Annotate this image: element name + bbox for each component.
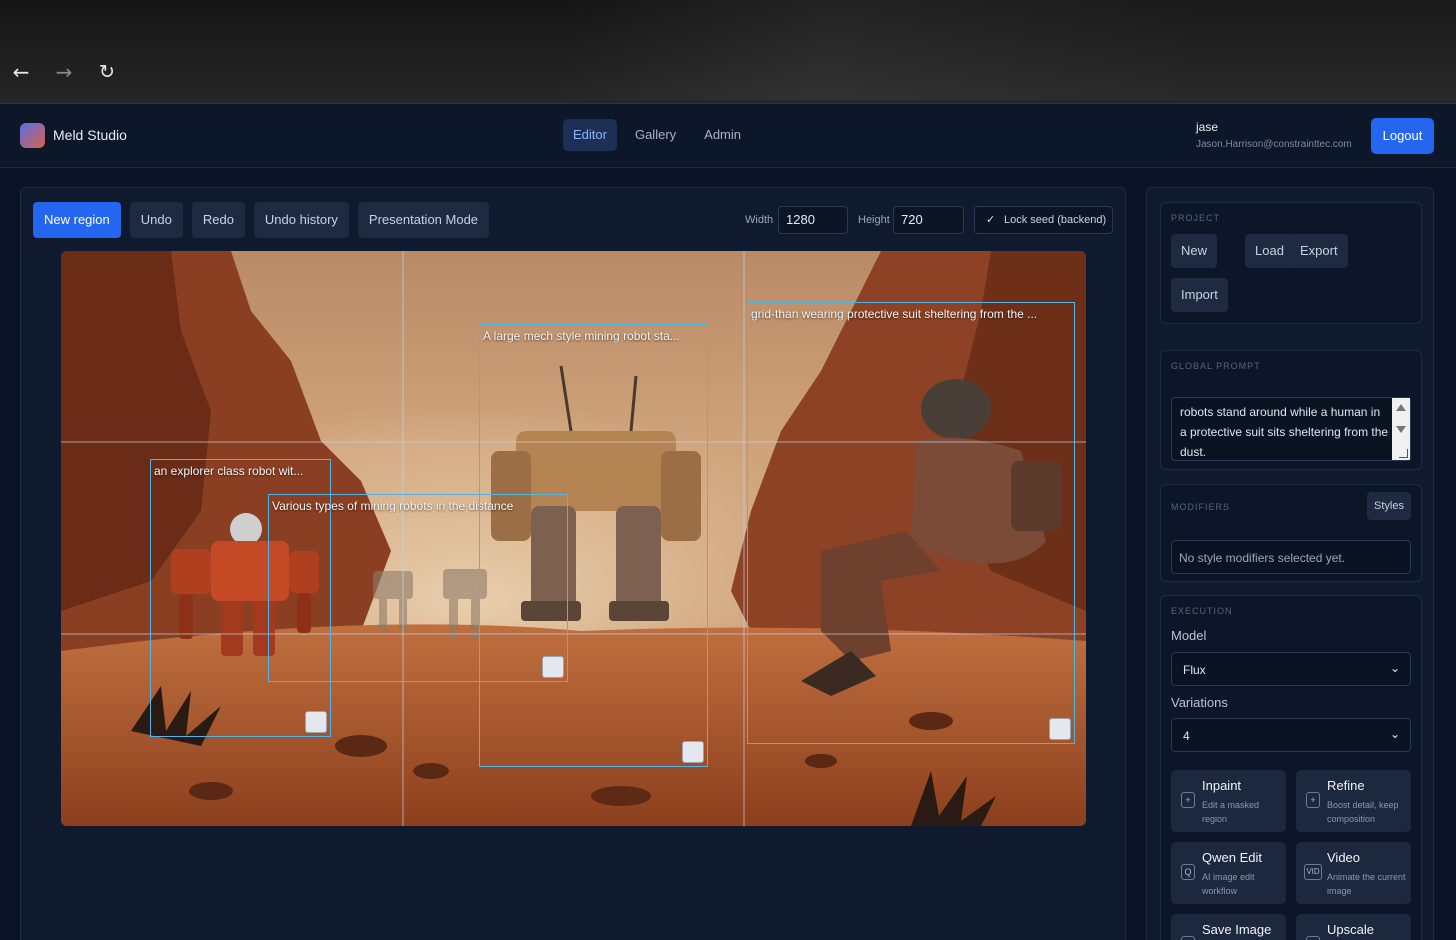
action-title: Video: [1327, 850, 1361, 865]
global-prompt-text: robots stand around while a human in a p…: [1180, 405, 1389, 459]
region-mech-robot[interactable]: A large mech style mining robot sta...: [479, 324, 708, 767]
action-description: Animate the current image: [1327, 872, 1406, 896]
qwen-icon: Q: [1181, 864, 1195, 880]
chevron-down-icon: ⌄: [1390, 661, 1401, 675]
video-button[interactable]: VID Video Animate the current image: [1296, 842, 1411, 904]
action-description: AI image edit workflow: [1202, 872, 1255, 896]
region-label: grid-than wearing protective suit shelte…: [751, 307, 1038, 321]
region-resize-handle[interactable]: [305, 711, 327, 733]
logout-button[interactable]: Logout: [1371, 118, 1434, 154]
variations-label: Variations: [1171, 695, 1228, 710]
width-label: Width: [745, 214, 774, 226]
tab-editor[interactable]: Editor: [563, 119, 617, 151]
reload-icon[interactable]: ↻: [95, 60, 119, 84]
export-project-button[interactable]: Export: [1290, 234, 1348, 268]
import-project-button[interactable]: Import: [1171, 278, 1228, 312]
tab-gallery[interactable]: Gallery: [625, 119, 686, 151]
execution-title: EXECUTION: [1171, 606, 1233, 616]
execution-card: EXECUTION Model Flux ⌄ Variations 4 ⌄ + …: [1160, 595, 1422, 940]
global-prompt-textarea[interactable]: robots stand around while a human in a p…: [1171, 397, 1411, 461]
tab-admin[interactable]: Admin: [694, 119, 751, 151]
project-card: PROJECT New Load Export Import: [1160, 202, 1422, 324]
textarea-scrollbar[interactable]: [1392, 398, 1410, 460]
global-prompt-card: GLOBAL PROMPT robots stand around while …: [1160, 350, 1422, 470]
forward-arrow-icon[interactable]: →: [52, 60, 76, 84]
save-image-button[interactable]: Save Image: [1171, 914, 1286, 940]
new-project-button[interactable]: New: [1171, 234, 1218, 268]
user-name: jase: [1196, 120, 1219, 134]
height-input[interactable]: 720: [893, 206, 964, 234]
app-header: Meld Studio Editor Gallery Admin jase Ja…: [0, 104, 1456, 168]
plus-icon: +: [1306, 792, 1320, 808]
action-description: Boost detail, keep composition: [1327, 800, 1399, 824]
editor-panel: New region Undo Redo Undo history Presen…: [20, 187, 1126, 940]
region-label: A large mech style mining robot sta...: [483, 329, 680, 343]
region-resize-handle[interactable]: [1049, 718, 1071, 740]
action-title: Refine: [1327, 778, 1365, 793]
brand-name: Meld Studio: [53, 127, 127, 143]
side-panel: PROJECT New Load Export Import GLOBAL PR…: [1146, 187, 1434, 940]
modifiers-empty-text: No style modifiers selected yet.: [1179, 551, 1346, 565]
region-astronaut[interactable]: grid-than wearing protective suit shelte…: [747, 302, 1075, 744]
undo-button[interactable]: Undo: [129, 202, 183, 238]
region-label: an explorer class robot wit...: [154, 464, 304, 478]
new-region-button[interactable]: New region: [33, 202, 121, 238]
inpaint-button[interactable]: + Inpaint Edit a masked region: [1171, 770, 1286, 832]
variations-select[interactable]: 4 ⌄: [1171, 718, 1411, 752]
resize-grip-icon[interactable]: [1399, 449, 1408, 458]
chevron-down-icon: ⌄: [1390, 727, 1401, 741]
image-canvas[interactable]: an explorer class robot wit... Various t…: [61, 251, 1086, 826]
global-prompt-title: GLOBAL PROMPT: [1171, 361, 1261, 371]
back-arrow-icon[interactable]: ←: [9, 60, 33, 84]
region-resize-handle[interactable]: [682, 741, 704, 763]
model-value: Flux: [1183, 663, 1206, 677]
lock-seed-checkbox[interactable]: ✓ Lock seed (backend): [974, 206, 1113, 234]
modifiers-title: MODIFIERS: [1171, 502, 1231, 512]
scroll-down-icon[interactable]: [1396, 426, 1406, 433]
undo-history-button[interactable]: Undo history: [253, 202, 349, 238]
modifiers-card: MODIFIERS Styles No style modifiers sele…: [1160, 484, 1422, 582]
redo-button[interactable]: Redo: [191, 202, 245, 238]
save-icon: [1181, 936, 1195, 940]
action-title: Inpaint: [1202, 778, 1242, 793]
variations-value: 4: [1183, 729, 1190, 743]
app-logo-icon: [20, 123, 45, 148]
width-input[interactable]: 1280: [778, 206, 848, 234]
refine-button[interactable]: + Refine Boost detail, keep composition: [1296, 770, 1411, 832]
upscale-icon: [1306, 936, 1320, 940]
grid-line-vertical: [743, 251, 745, 826]
height-label: Height: [858, 214, 890, 226]
top-nav: Editor Gallery Admin: [563, 119, 751, 151]
styles-button[interactable]: Styles: [1367, 492, 1411, 520]
browser-toolbar: ← → ↻: [0, 0, 1456, 104]
action-title: Save Image: [1202, 922, 1272, 937]
model-select[interactable]: Flux ⌄: [1171, 652, 1411, 686]
checkmark-icon: ✓: [986, 214, 996, 226]
upscale-button[interactable]: Upscale: [1296, 914, 1411, 940]
user-email: Jason.Harrison@constrainttec.com: [1196, 139, 1352, 150]
model-label: Model: [1171, 628, 1207, 643]
plus-icon: +: [1181, 792, 1195, 808]
action-description: Edit a masked region: [1202, 800, 1260, 824]
qwen-edit-button[interactable]: Q Qwen Edit AI image edit workflow: [1171, 842, 1286, 904]
presentation-mode-button[interactable]: Presentation Mode: [357, 202, 490, 238]
scroll-up-icon[interactable]: [1396, 404, 1406, 411]
project-title: PROJECT: [1171, 213, 1221, 223]
lock-seed-label: Lock seed (backend): [1004, 214, 1107, 226]
modifiers-list: No style modifiers selected yet.: [1171, 540, 1411, 574]
browser-sheen: [560, 0, 1456, 100]
action-title: Qwen Edit: [1202, 850, 1262, 865]
video-icon: VID: [1304, 864, 1322, 880]
action-title: Upscale: [1327, 922, 1374, 937]
editor-toolbar: New region Undo Redo Undo history Presen…: [33, 202, 490, 238]
load-project-button[interactable]: Load: [1245, 234, 1294, 268]
